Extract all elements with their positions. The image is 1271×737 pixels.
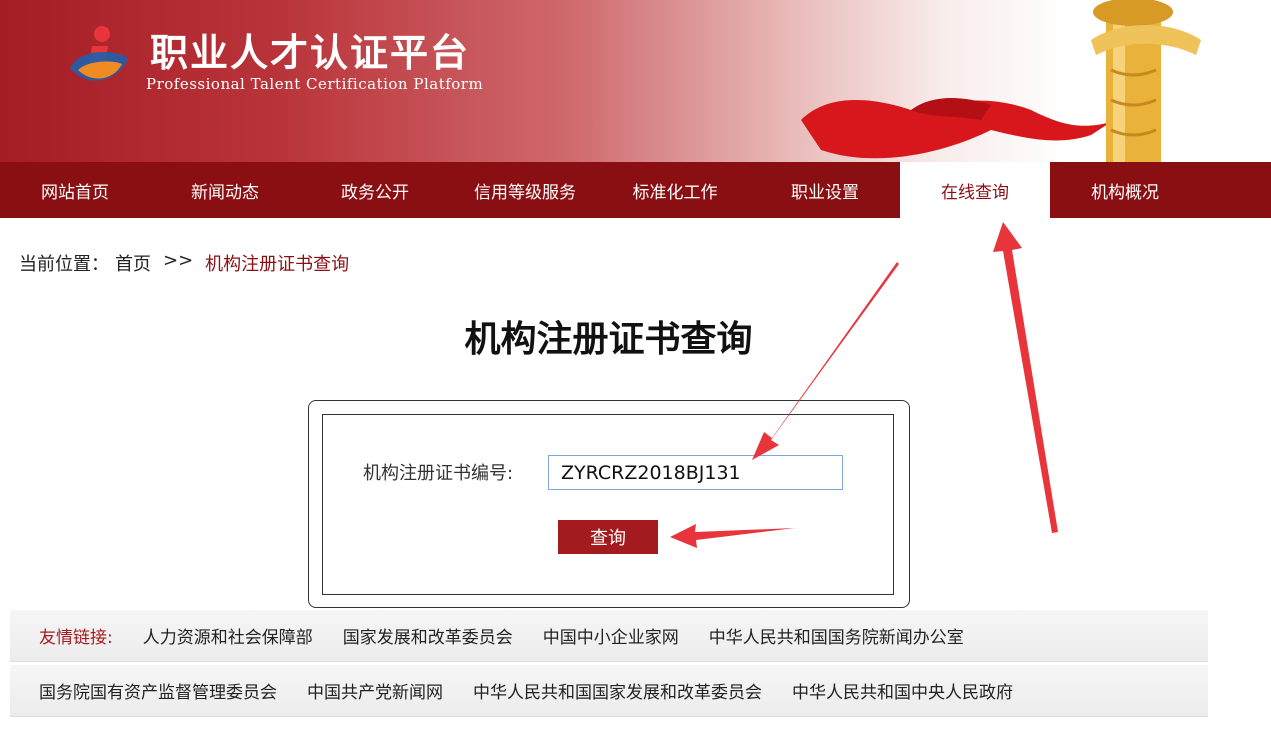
site-title: 职业人才认证平台 <box>150 31 471 75</box>
header-banner: 职业人才认证平台 Professional Talent Certificati… <box>0 0 1271 162</box>
banner-decoration <box>801 0 1201 162</box>
link-central-government[interactable]: 中华人民共和国中央人民政府 <box>792 678 1013 703</box>
page-title: 机构注册证书查询 <box>464 319 753 360</box>
nav-item-home[interactable]: 网站首页 <box>0 162 150 218</box>
breadcrumb-separator: >> <box>163 250 194 271</box>
breadcrumb-current: 机构注册证书查询 <box>205 254 350 275</box>
nav-item-news[interactable]: 新闻动态 <box>150 162 300 218</box>
query-button[interactable]: 查询 <box>558 520 658 554</box>
certificate-number-label: 机构注册证书编号: <box>363 463 514 484</box>
link-state-council-info-office[interactable]: 中华人民共和国国务院新闻办公室 <box>709 623 964 648</box>
link-prc-ndrc[interactable]: 中华人民共和国国家发展和改革委员会 <box>473 678 762 703</box>
arrow-to-online-query <box>993 222 1058 533</box>
link-ndrc[interactable]: 国家发展和改革委员会 <box>343 623 513 648</box>
nav-item-online-query[interactable]: 在线查询 <box>900 162 1050 218</box>
query-panel: 机构注册证书编号: 查询 <box>308 400 910 608</box>
friendly-links-label: 友情链接: <box>39 628 113 648</box>
link-cpc-news[interactable]: 中国共产党新闻网 <box>307 678 443 703</box>
friendly-links-row-1: 友情链接: 人力资源和社会保障部 国家发展和改革委员会 中国中小企业家网 中华人… <box>10 610 1208 662</box>
breadcrumb-prefix: 当前位置： <box>19 254 109 275</box>
breadcrumb-home-link[interactable]: 首页 <box>115 250 151 276</box>
main-nav: 网站首页 新闻动态 政务公开 信用等级服务 标准化工作 职业设置 在线查询 机构… <box>0 162 1271 218</box>
nav-item-occupation-setup[interactable]: 职业设置 <box>750 162 900 218</box>
link-sme-network[interactable]: 中国中小企业家网 <box>543 623 679 648</box>
link-sasac[interactable]: 国务院国有资产监督管理委员会 <box>39 678 277 703</box>
nav-item-standardization[interactable]: 标准化工作 <box>600 162 750 218</box>
nav-item-government-affairs[interactable]: 政务公开 <box>300 162 450 218</box>
certificate-number-input[interactable] <box>548 455 843 490</box>
nav-item-about[interactable]: 机构概况 <box>1050 162 1200 218</box>
friendly-links-row-2: 国务院国有资产监督管理委员会 中国共产党新闻网 中华人民共和国国家发展和改革委员… <box>10 665 1208 717</box>
logo-icon <box>70 26 128 81</box>
nav-item-credit-rating[interactable]: 信用等级服务 <box>450 162 600 218</box>
link-mohrss[interactable]: 人力资源和社会保障部 <box>143 623 313 648</box>
site-subtitle: Professional Talent Certification Platfo… <box>146 75 484 93</box>
query-form: 机构注册证书编号: 查询 <box>322 414 894 595</box>
breadcrumb: 当前位置： 首页 >> 机构注册证书查询 <box>19 250 349 276</box>
